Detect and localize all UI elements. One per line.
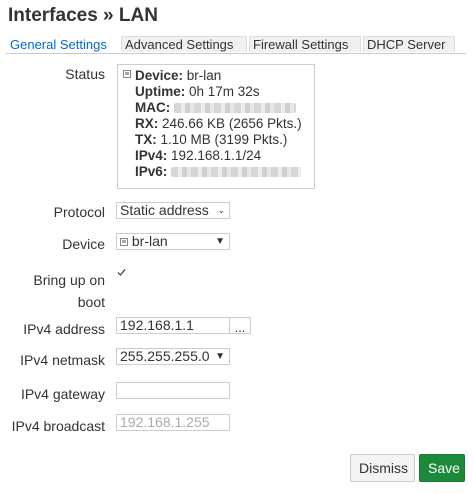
redacted-ipv6: [171, 167, 302, 178]
chevron-down-icon: ⌄: [217, 205, 225, 215]
redacted-mac: [174, 103, 297, 114]
dropdown-arrow-icon: ▼: [215, 351, 225, 362]
protocol-value: Static address: [120, 202, 209, 218]
status-rx: RX: 246.66 KB (2656 Pkts.): [135, 116, 302, 131]
ipv4-address-input[interactable]: 192.168.1.1: [116, 317, 230, 334]
bringup-checkbox[interactable]: [116, 266, 127, 277]
status-ipv4: IPv4: 192.168.1.1/24: [135, 148, 262, 163]
ipv4-netmask-label: IPv4 netmask: [20, 352, 105, 368]
status-ipv6: IPv6:: [135, 164, 302, 179]
device-label: Device: [62, 236, 105, 252]
status-box: Device: br-lan Uptime: 0h 17m 32s MAC: R…: [117, 64, 315, 189]
checkmark-icon: [117, 269, 126, 277]
protocol-label: Protocol: [53, 204, 105, 220]
ipv4-gateway-input[interactable]: [116, 382, 230, 399]
save-button[interactable]: Save: [419, 454, 465, 482]
ipv4-gateway-label: IPv4 gateway: [20, 386, 105, 402]
ipv4-netmask-value: 255.255.255.0: [120, 348, 210, 364]
tab-advanced-settings[interactable]: Advanced Settings: [121, 36, 247, 52]
ipv4-broadcast-label: IPv4 broadcast: [11, 418, 105, 434]
dropdown-arrow-icon: ▼: [215, 236, 225, 247]
ipv4-address-label: IPv4 address: [23, 321, 105, 337]
status-uptime: Uptime: 0h 17m 32s: [135, 84, 260, 99]
device-value: br-lan: [131, 233, 168, 249]
protocol-select[interactable]: Static address ⌄: [116, 202, 230, 219]
network-port-icon: [120, 238, 128, 247]
page-title: Interfaces » LAN: [8, 5, 158, 26]
network-port-icon: [123, 70, 131, 78]
ipv4-address-more-button[interactable]: ...: [229, 317, 251, 335]
tab-dhcp-server[interactable]: DHCP Server: [363, 36, 455, 52]
dismiss-button[interactable]: Dismiss: [350, 454, 415, 482]
device-select[interactable]: br-lan ▼: [116, 233, 230, 250]
status-mac: MAC:: [135, 100, 297, 115]
tab-general-settings[interactable]: General Settings: [6, 36, 119, 52]
bringup-label: Bring up on boot: [33, 272, 105, 310]
tab-bar: General Settings Advanced Settings Firew…: [6, 36, 466, 54]
tab-firewall-settings[interactable]: Firewall Settings: [249, 36, 361, 52]
ipv4-netmask-select[interactable]: 255.255.255.0 ▼: [116, 348, 230, 365]
status-device: Device: br-lan: [135, 68, 222, 83]
status-label: Status: [65, 66, 105, 82]
ipv4-broadcast-input[interactable]: 192.168.1.255: [116, 414, 230, 431]
status-tx: TX: 1.10 MB (3199 Pkts.): [135, 132, 288, 147]
